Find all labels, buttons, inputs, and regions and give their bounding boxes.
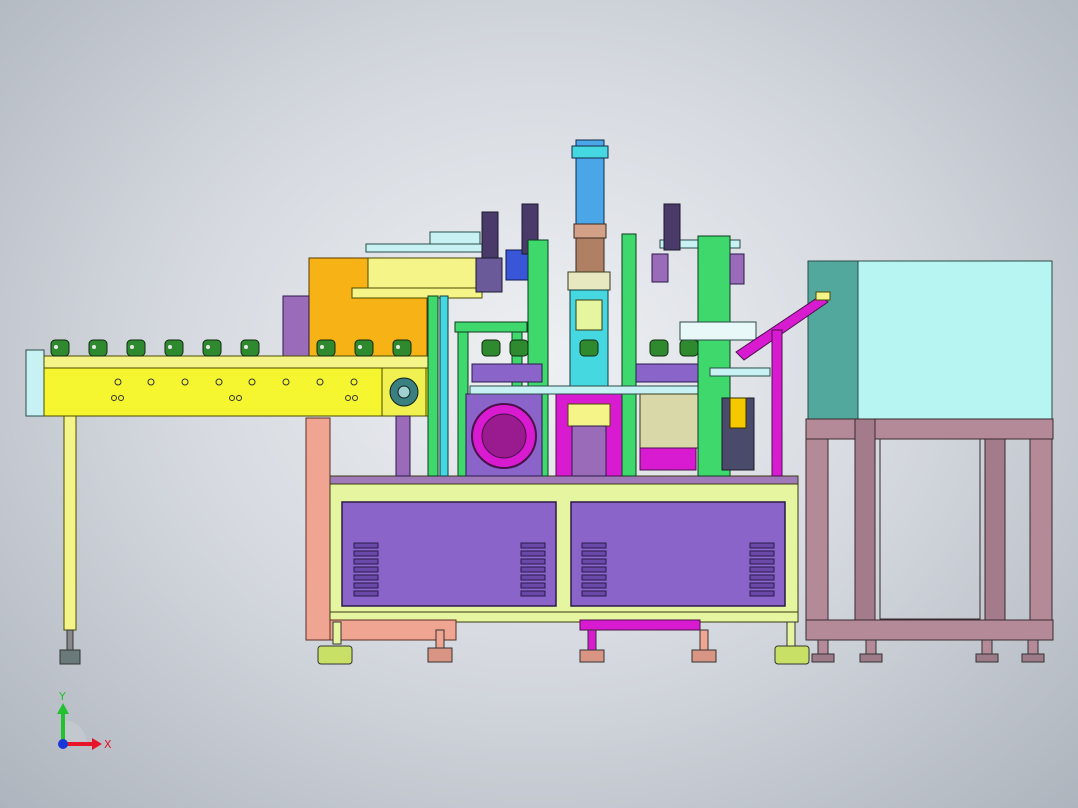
station-parts — [481, 339, 699, 357]
right-cabinet[interactable] — [807, 260, 1053, 420]
cabinet-stand[interactable] — [805, 418, 1054, 641]
triad-arc — [63, 720, 87, 744]
cad-viewport[interactable]: Y X — [0, 0, 1078, 808]
vent-slots-left-a — [353, 542, 379, 597]
x-axis-arrowhead — [92, 738, 102, 750]
cabinet-leveling-feet — [811, 639, 1045, 663]
motor-housing[interactable] — [465, 393, 543, 477]
triad-origin — [58, 739, 68, 749]
coordinate-triad: Y X — [57, 690, 112, 751]
vent-slots-right-a — [581, 542, 607, 597]
x-axis-label: X — [104, 738, 112, 751]
y-axis-label: Y — [58, 690, 66, 703]
y-axis-arrowhead — [57, 703, 69, 714]
vent-slots-right-b — [749, 542, 775, 597]
center-press-column[interactable] — [555, 139, 637, 477]
conveyor-parts — [50, 339, 412, 357]
machine-assembly-model[interactable]: Y X — [0, 0, 1078, 808]
left-access-panel[interactable] — [341, 501, 557, 607]
right-access-panel[interactable] — [570, 501, 786, 607]
vent-slots-left-b — [520, 542, 546, 597]
